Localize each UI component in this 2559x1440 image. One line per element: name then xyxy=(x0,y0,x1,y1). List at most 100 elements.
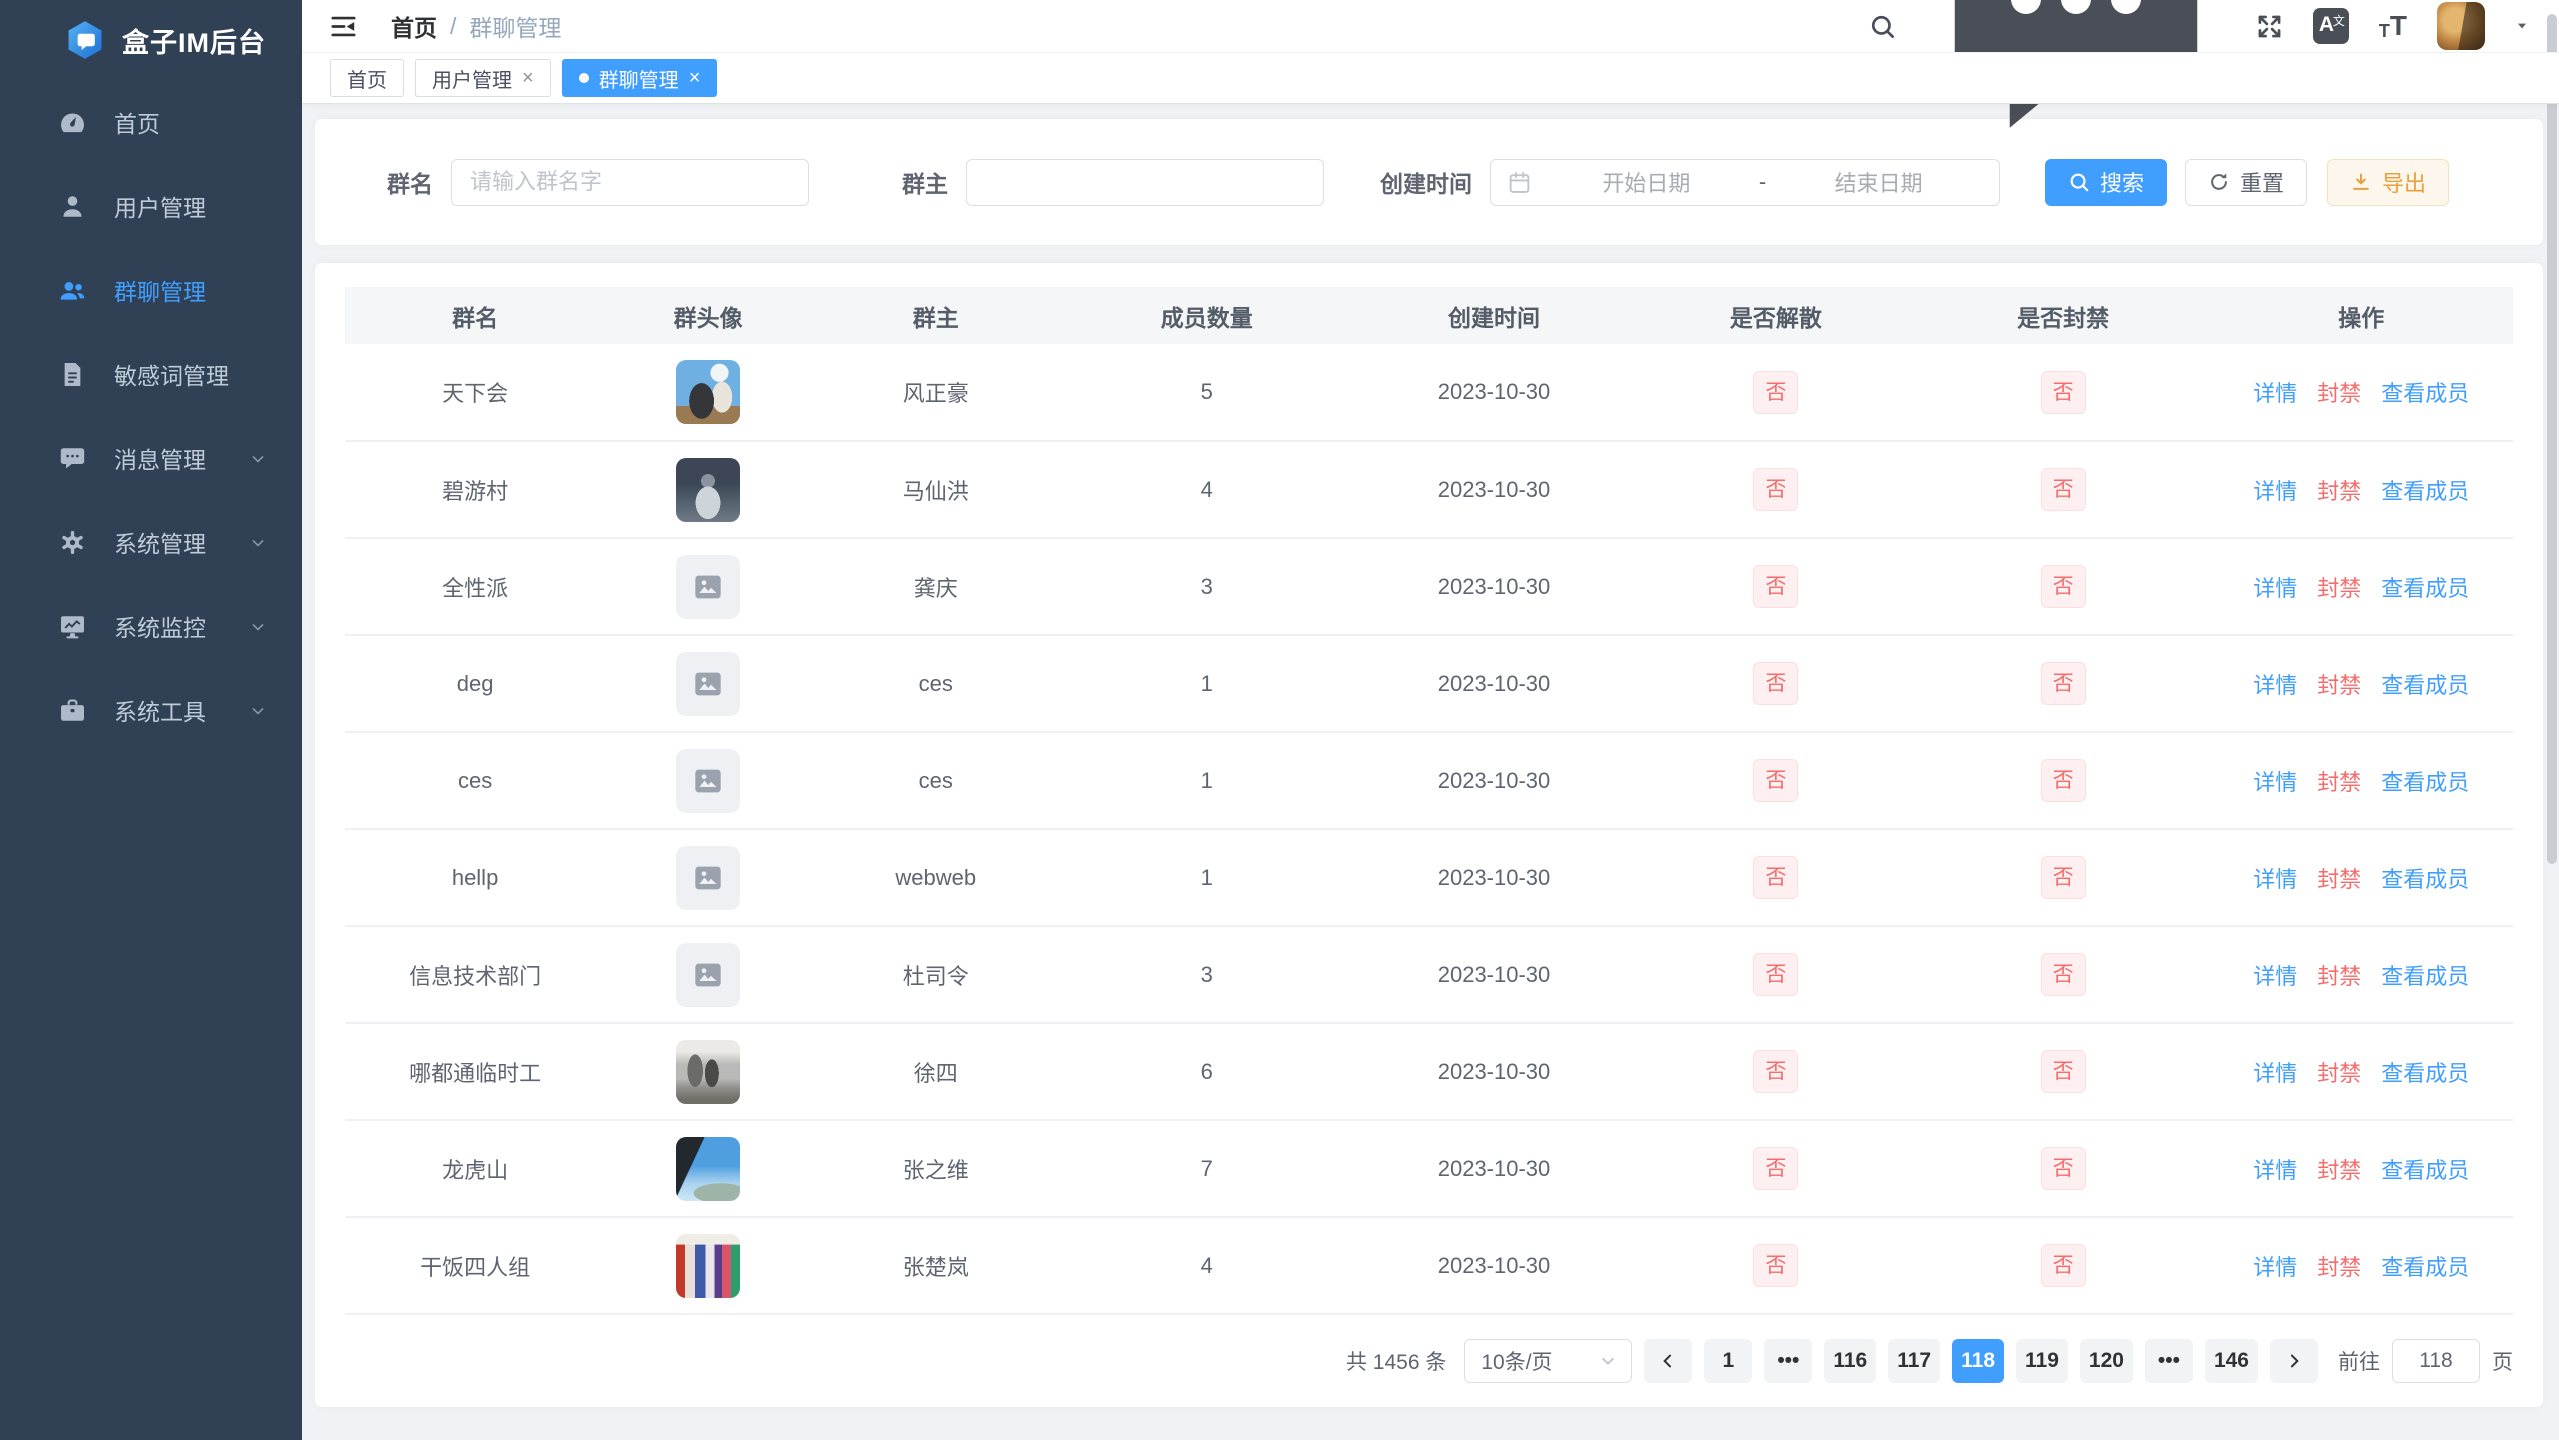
view-members-link[interactable]: 查看成员 xyxy=(2381,1158,2469,1183)
actions-cell: 详情封禁查看成员 xyxy=(2209,1217,2513,1314)
detail-link[interactable]: 详情 xyxy=(2253,867,2297,892)
page-button-146[interactable]: 146 xyxy=(2205,1339,2258,1383)
group-name-input[interactable] xyxy=(451,159,809,206)
sidebar-item-8[interactable]: 系统工具 xyxy=(0,668,302,752)
detail-link[interactable]: 详情 xyxy=(2253,479,2297,504)
dissolved-cell: 否 xyxy=(1635,538,1917,635)
more-pages-button[interactable]: ••• xyxy=(1764,1339,1812,1383)
banned-cell: 否 xyxy=(1917,635,2210,732)
detail-link[interactable]: 详情 xyxy=(2253,964,2297,989)
sidebar-item-1[interactable]: 首页 xyxy=(0,80,302,164)
view-members-link[interactable]: 查看成员 xyxy=(2381,867,2469,892)
view-members-link[interactable]: 查看成员 xyxy=(2381,576,2469,601)
ban-link[interactable]: 封禁 xyxy=(2317,1061,2361,1086)
detail-link[interactable]: 详情 xyxy=(2253,1061,2297,1086)
group-avatar-cell xyxy=(605,635,811,732)
tab-1[interactable]: 首页 xyxy=(330,59,404,97)
ban-link[interactable]: 封禁 xyxy=(2317,479,2361,504)
group-avatar-cell xyxy=(605,732,811,829)
ban-link[interactable]: 封禁 xyxy=(2317,1158,2361,1183)
ban-link[interactable]: 封禁 xyxy=(2317,867,2361,892)
page-size-select[interactable]: 10条/页 xyxy=(1464,1339,1632,1383)
dissolved-cell: 否 xyxy=(1635,1023,1917,1120)
group-table-panel: 群名群头像群主成员数量创建时间是否解散是否封禁操作 天下会风正豪52023-10… xyxy=(314,262,2544,1408)
sidebar-item-4[interactable]: 敏感词管理 xyxy=(0,332,302,416)
dissolved-badge: 否 xyxy=(1753,371,1798,414)
view-members-link[interactable]: 查看成员 xyxy=(2381,673,2469,698)
dissolved-cell: 否 xyxy=(1635,732,1917,829)
ban-link[interactable]: 封禁 xyxy=(2317,1255,2361,1280)
fullscreen-icon[interactable] xyxy=(2256,13,2283,40)
ban-link[interactable]: 封禁 xyxy=(2317,576,2361,601)
page-button-117[interactable]: 117 xyxy=(1888,1339,1940,1383)
detail-link[interactable]: 详情 xyxy=(2253,1255,2297,1280)
chevron-right-icon xyxy=(2284,1351,2304,1371)
group-avatar-cell xyxy=(605,1023,811,1120)
view-members-link[interactable]: 查看成员 xyxy=(2381,1255,2469,1280)
group-avatar xyxy=(676,1137,740,1201)
ban-link[interactable]: 封禁 xyxy=(2317,381,2361,406)
close-icon[interactable]: × xyxy=(689,67,701,90)
image-icon xyxy=(690,959,726,991)
tab-3[interactable]: 群聊管理× xyxy=(562,59,718,97)
banned-badge: 否 xyxy=(2041,953,2086,996)
detail-link[interactable]: 详情 xyxy=(2253,576,2297,601)
more-pages-button[interactable]: ••• xyxy=(2145,1339,2193,1383)
page-button-116[interactable]: 116 xyxy=(1824,1339,1876,1383)
view-members-link[interactable]: 查看成员 xyxy=(2381,381,2469,406)
view-members-link[interactable]: 查看成员 xyxy=(2381,964,2469,989)
scrollbar-thumb[interactable] xyxy=(2547,14,2557,864)
group-name-cell: 天下会 xyxy=(345,344,605,441)
dissolved-badge: 否 xyxy=(1753,565,1798,608)
translate-icon[interactable]: A文 xyxy=(2313,8,2349,44)
ban-link[interactable]: 封禁 xyxy=(2317,673,2361,698)
banned-cell: 否 xyxy=(1917,538,2210,635)
caret-down-icon[interactable] xyxy=(2515,19,2529,33)
tab-2[interactable]: 用户管理 × xyxy=(415,59,551,97)
breadcrumb-home[interactable]: 首页 xyxy=(391,9,437,43)
page-button-120[interactable]: 120 xyxy=(2080,1339,2133,1383)
close-icon[interactable]: × xyxy=(522,67,534,90)
group-avatar-cell xyxy=(605,1120,811,1217)
group-avatar-placeholder xyxy=(676,652,740,716)
group-avatar-cell xyxy=(605,829,811,926)
page-button-119[interactable]: 119 xyxy=(2016,1339,2068,1383)
column-header: 群头像 xyxy=(605,287,811,344)
view-members-link[interactable]: 查看成员 xyxy=(2381,479,2469,504)
sidebar-collapse-icon[interactable] xyxy=(330,13,357,40)
font-size-icon[interactable]: TT xyxy=(2379,12,2407,40)
detail-link[interactable]: 详情 xyxy=(2253,673,2297,698)
group-owner-cell: 徐四 xyxy=(811,1023,1060,1120)
next-page-button[interactable] xyxy=(2270,1339,2318,1383)
detail-link[interactable]: 详情 xyxy=(2253,381,2297,406)
sidebar-item-5[interactable]: 消息管理 xyxy=(0,416,302,500)
group-avatar-placeholder xyxy=(676,749,740,813)
sidebar-item-3[interactable]: 群聊管理 xyxy=(0,248,302,332)
tab-label: 用户管理 xyxy=(432,64,512,93)
group-owner-input[interactable] xyxy=(966,159,1324,206)
ban-link[interactable]: 封禁 xyxy=(2317,770,2361,795)
ban-link[interactable]: 封禁 xyxy=(2317,964,2361,989)
sidebar-item-6[interactable]: 系统管理 xyxy=(0,500,302,584)
sidebar-item-7[interactable]: 系统监控 xyxy=(0,584,302,668)
detail-link[interactable]: 详情 xyxy=(2253,1158,2297,1183)
sidebar-item-label: 敏感词管理 xyxy=(114,357,268,391)
sidebar-item-label: 系统工具 xyxy=(114,693,248,727)
prev-page-button[interactable] xyxy=(1644,1339,1692,1383)
search-icon[interactable] xyxy=(1869,13,1896,40)
sidebar-item-label: 用户管理 xyxy=(114,189,268,223)
created-time-cell: 2023-10-30 xyxy=(1353,926,1635,1023)
banned-badge: 否 xyxy=(2041,759,2086,802)
detail-link[interactable]: 详情 xyxy=(2253,770,2297,795)
sidebar-menu: 首页用户管理群聊管理敏感词管理消息管理系统管理系统监控系统工具 xyxy=(0,80,302,1440)
page-button-118[interactable]: 118 xyxy=(1952,1339,2004,1383)
sidebar-item-2[interactable]: 用户管理 xyxy=(0,164,302,248)
created-time-cell: 2023-10-30 xyxy=(1353,635,1635,732)
view-members-link[interactable]: 查看成员 xyxy=(2381,1061,2469,1086)
view-members-link[interactable]: 查看成员 xyxy=(2381,770,2469,795)
goto-page-input[interactable] xyxy=(2392,1339,2480,1383)
created-time-cell: 2023-10-30 xyxy=(1353,1023,1635,1120)
user-avatar[interactable] xyxy=(2437,2,2485,50)
page-button-1[interactable]: 1 xyxy=(1704,1339,1752,1383)
group-owner-label: 群主 xyxy=(902,165,948,199)
